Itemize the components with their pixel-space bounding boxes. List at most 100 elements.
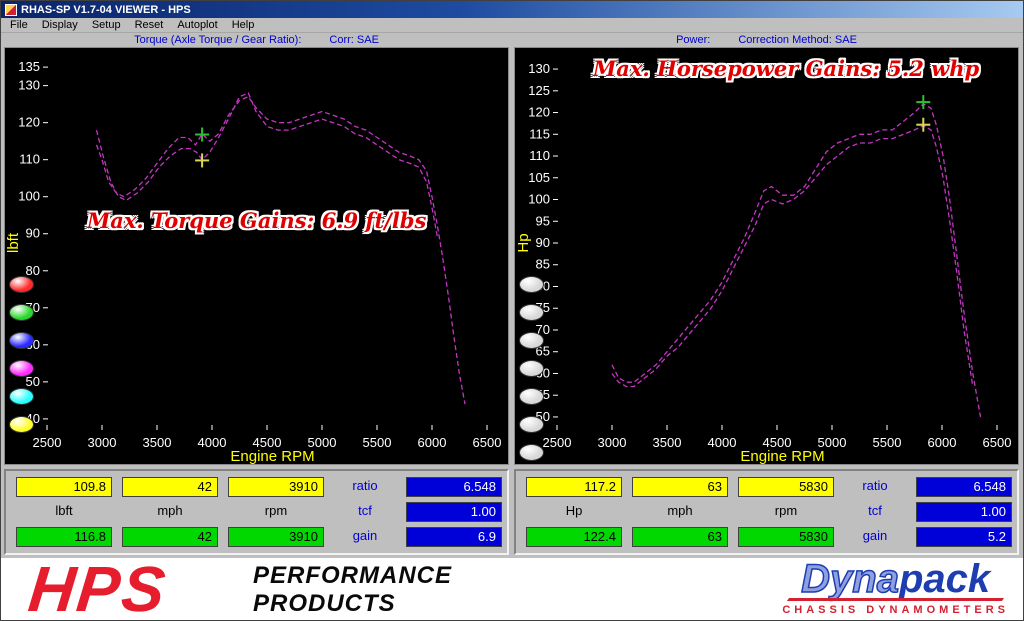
svg-text:120: 120 [528, 105, 550, 120]
rpm-baseline-value: 3910 [228, 477, 324, 497]
run-select-button[interactable] [9, 360, 34, 377]
speed-baseline-value: 42 [122, 477, 218, 497]
svg-text:4000: 4000 [198, 435, 227, 450]
run-select-button[interactable] [9, 276, 34, 293]
ratio-value: 6.548 [916, 477, 1012, 497]
svg-text:3000: 3000 [598, 435, 627, 450]
power-plot-area[interactable]: 5055606570758085909510010511011512012513… [514, 47, 1019, 465]
svg-text:3500: 3500 [143, 435, 172, 450]
logo-strip: HPS PERFORMANCE PRODUCTS Dynapack CHASSI… [1, 558, 1023, 620]
run-select-button[interactable] [519, 332, 544, 349]
torque-gains-annotation: Max. Torque Gains: 6.9 ft/lbs [87, 208, 426, 233]
run-select-button[interactable] [9, 416, 34, 433]
svg-text:2500: 2500 [33, 435, 62, 450]
readout-panels-row: 109.8 42 3910 ratio 6.548 lbft mph rpm t… [1, 465, 1023, 558]
tcf-value: 1.00 [406, 502, 502, 522]
power-chart-title: Power: [676, 34, 710, 46]
run-select-button[interactable] [519, 388, 544, 405]
menu-help[interactable]: Help [225, 18, 262, 32]
run-select-button[interactable] [519, 416, 544, 433]
menu-setup[interactable]: Setup [85, 18, 128, 32]
svg-text:105: 105 [528, 170, 550, 185]
svg-text:2500: 2500 [543, 435, 572, 450]
svg-text:4000: 4000 [708, 435, 737, 450]
menu-file[interactable]: File [3, 18, 35, 32]
torque-readout-panel: 109.8 42 3910 ratio 6.548 lbft mph rpm t… [4, 469, 509, 555]
svg-text:3000: 3000 [88, 435, 117, 450]
svg-text:3500: 3500 [653, 435, 682, 450]
menu-display[interactable]: Display [35, 18, 85, 32]
speed-current-value: 42 [122, 527, 218, 547]
ratio-value: 6.548 [406, 477, 502, 497]
tcf-label: tcf [844, 502, 906, 522]
run-select-button[interactable] [519, 276, 544, 293]
torque-plot-area[interactable]: 4050607080901001101201301352500300035004… [4, 47, 509, 465]
svg-text:110: 110 [529, 148, 550, 163]
torque-run-buttons [9, 276, 34, 433]
svg-text:135: 135 [18, 59, 40, 74]
torque-chart-title: Torque (Axle Torque / Gear Ratio): [134, 34, 301, 46]
torque-baseline-value: 109.8 [16, 477, 112, 497]
rpm-current-value: 5830 [738, 527, 834, 547]
rpm-current-value: 3910 [228, 527, 324, 547]
gain-label: gain [334, 527, 396, 547]
svg-text:125: 125 [528, 83, 550, 98]
svg-text:Hp: Hp [515, 233, 532, 252]
tcf-label: tcf [334, 502, 396, 522]
torque-chart[interactable]: 4050607080901001101201301352500300035004… [5, 48, 508, 464]
gain-value: 6.9 [406, 527, 502, 547]
power-chart[interactable]: 5055606570758085909510010511011512012513… [515, 48, 1018, 464]
torque-chart-header: Torque (Axle Torque / Gear Ratio): Corr:… [4, 33, 509, 47]
torque-correction-label: Corr: SAE [329, 34, 379, 46]
svg-text:Engine RPM: Engine RPM [740, 448, 824, 464]
hps-logo-text: PERFORMANCE PRODUCTS [253, 562, 452, 618]
speed-current-value: 63 [632, 527, 728, 547]
gain-value: 5.2 [916, 527, 1012, 547]
svg-text:120: 120 [18, 115, 40, 130]
power-chart-panel: Power: Correction Method: SAE 5055606570… [514, 33, 1019, 465]
svg-text:6500: 6500 [473, 435, 502, 450]
svg-text:5500: 5500 [363, 435, 392, 450]
hps-products-text: PRODUCTS [253, 590, 452, 618]
charts-row: Torque (Axle Torque / Gear Ratio): Corr:… [1, 33, 1023, 465]
svg-text:6000: 6000 [418, 435, 447, 450]
svg-text:5500: 5500 [873, 435, 902, 450]
power-current-value: 122.4 [526, 527, 622, 547]
svg-text:130: 130 [18, 78, 40, 93]
title-bar[interactable]: RHAS-SP V1.7-04 VIEWER - HPS [1, 1, 1023, 18]
svg-text:90: 90 [26, 226, 40, 241]
torque-unit-label: lbft [16, 502, 112, 522]
svg-text:Engine RPM: Engine RPM [230, 448, 314, 464]
svg-text:100: 100 [528, 192, 550, 207]
power-correction-label: Correction Method: SAE [738, 34, 857, 46]
rpm-unit-label: rpm [738, 502, 834, 522]
run-select-button[interactable] [519, 444, 544, 461]
gain-label: gain [844, 527, 906, 547]
menu-reset[interactable]: Reset [128, 18, 171, 32]
svg-text:110: 110 [19, 152, 40, 167]
run-select-button[interactable] [9, 304, 34, 321]
svg-text:100: 100 [18, 189, 40, 204]
menu-autoplot[interactable]: Autoplot [170, 18, 224, 32]
ratio-label: ratio [334, 477, 396, 497]
run-select-button[interactable] [519, 304, 544, 321]
dynapack-logo: Dynapack CHASSIS DYNAMOMETERS [782, 560, 1009, 616]
speed-baseline-value: 63 [632, 477, 728, 497]
tcf-value: 1.00 [916, 502, 1012, 522]
svg-text:6500: 6500 [983, 435, 1012, 450]
hps-logo: HPS [25, 558, 170, 620]
torque-chart-panel: Torque (Axle Torque / Gear Ratio): Corr:… [4, 33, 509, 465]
dynapack-dyna-text: Dyna [801, 558, 899, 601]
power-chart-header: Power: Correction Method: SAE [514, 33, 1019, 47]
run-select-button[interactable] [519, 360, 544, 377]
svg-text:115: 115 [529, 126, 550, 141]
svg-text:lbft: lbft [5, 232, 22, 253]
dynapack-swoosh [787, 598, 1004, 601]
speed-unit-label: mph [122, 502, 218, 522]
torque-current-value: 116.8 [16, 527, 112, 547]
svg-text:90: 90 [536, 235, 550, 250]
rpm-baseline-value: 5830 [738, 477, 834, 497]
run-select-button[interactable] [9, 332, 34, 349]
run-select-button[interactable] [9, 388, 34, 405]
speed-unit-label: mph [632, 502, 728, 522]
